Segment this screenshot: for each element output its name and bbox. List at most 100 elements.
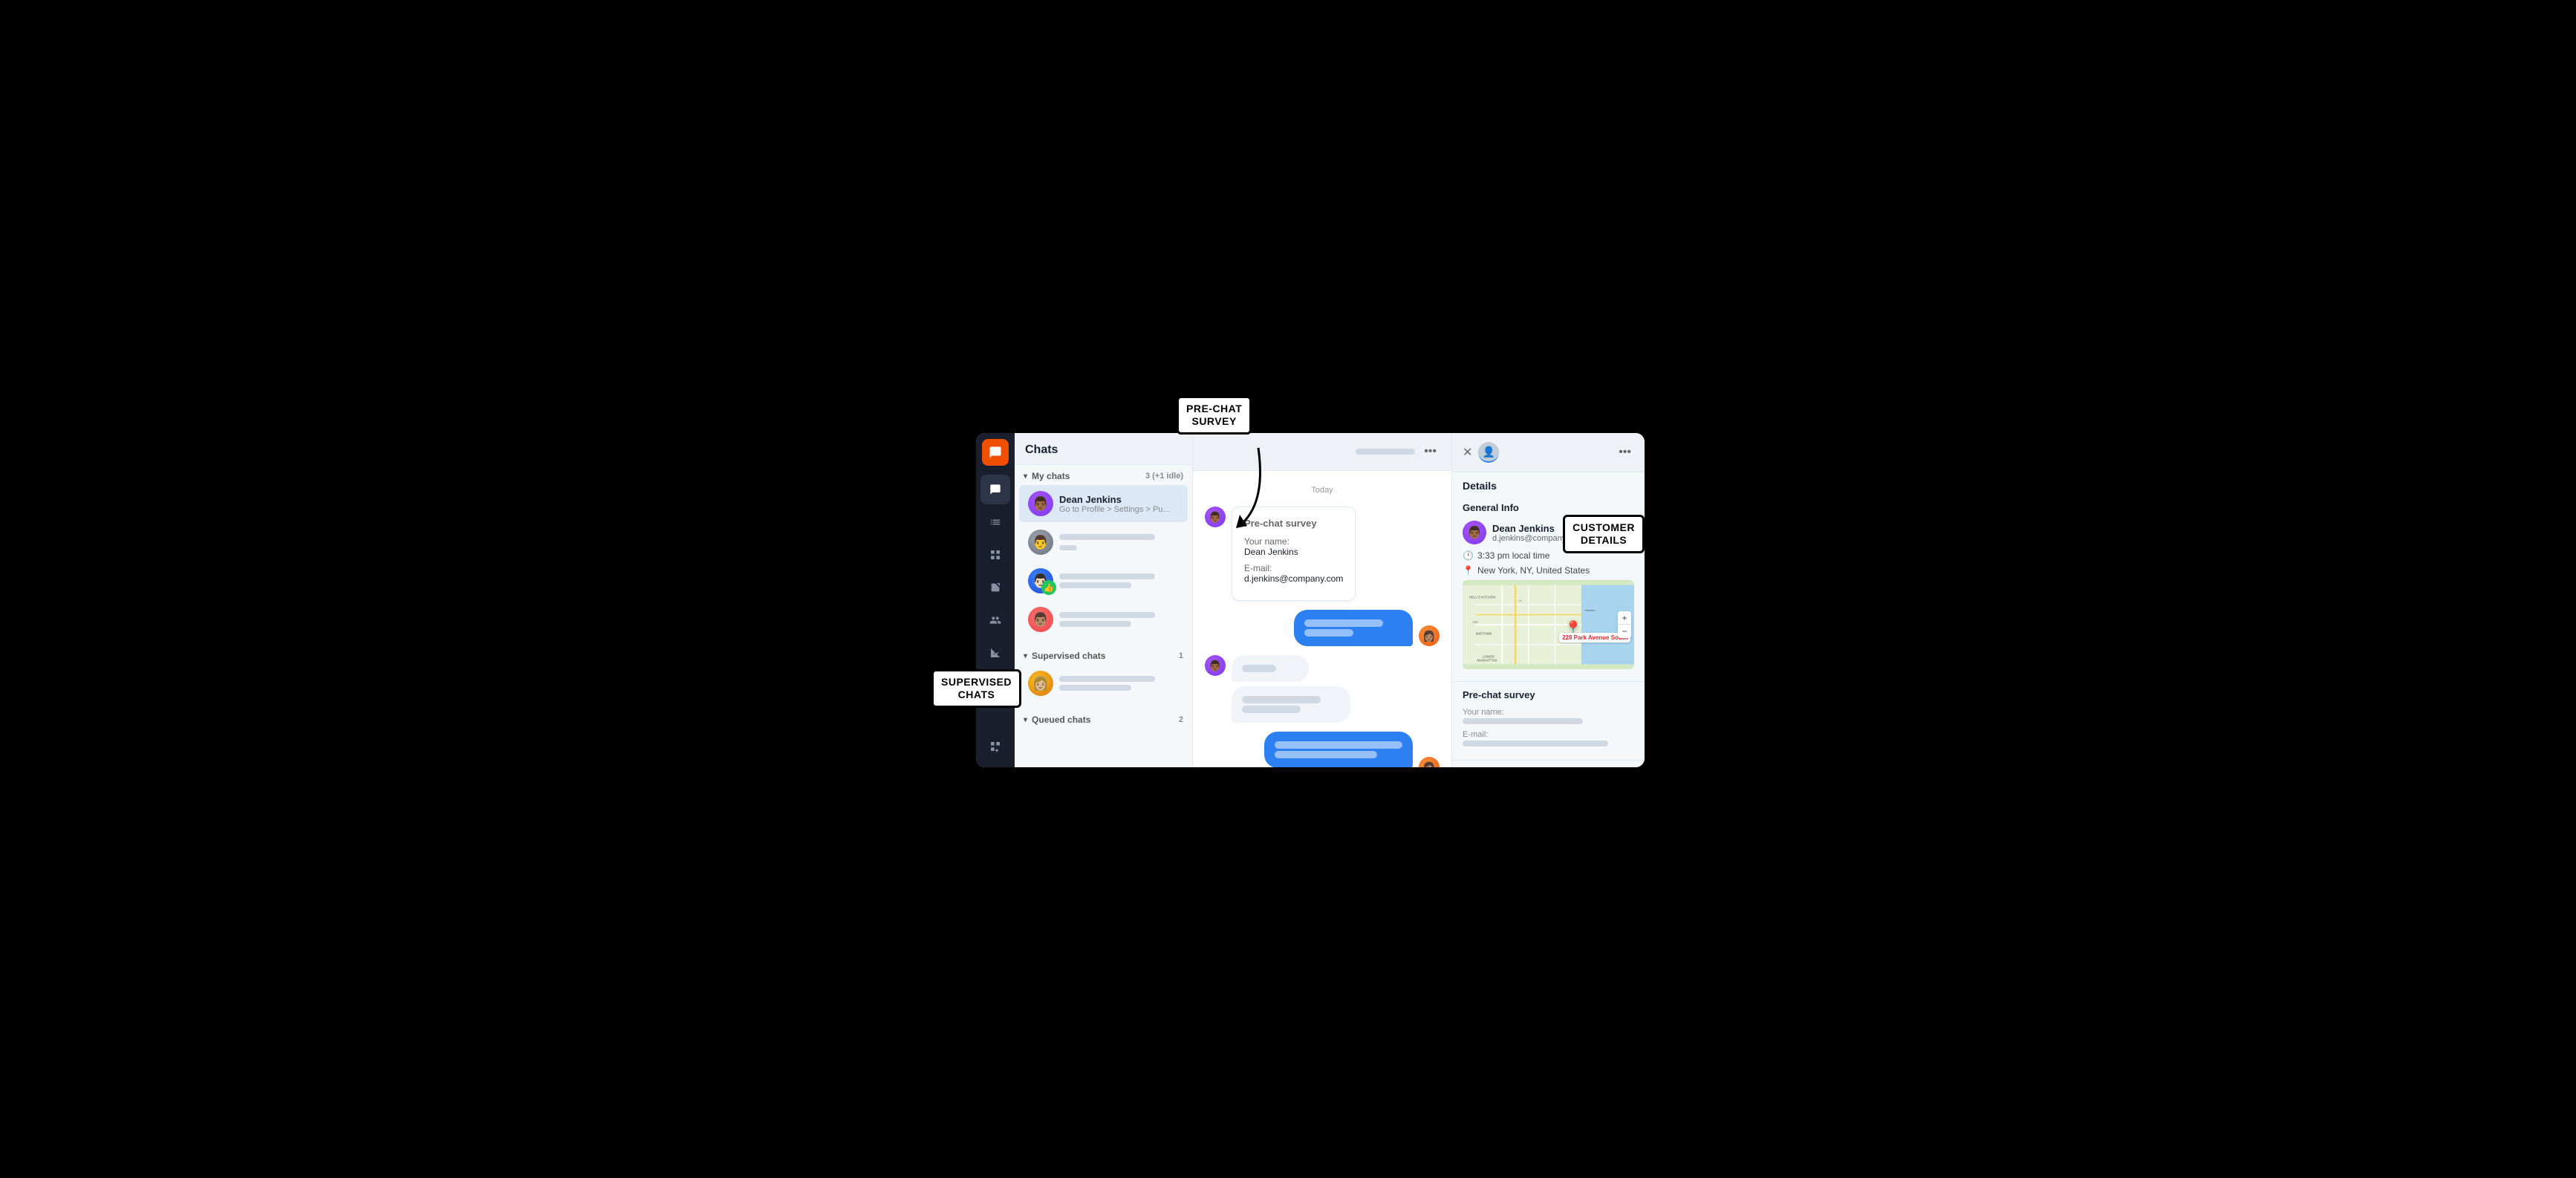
incoming-bubbles bbox=[1232, 655, 1350, 723]
chat-info-3 bbox=[1059, 571, 1179, 590]
placeholder-preview-4 bbox=[1059, 621, 1131, 627]
queued-chats-label: Queued chats bbox=[1032, 715, 1179, 725]
chats-panel: Chats ▾ My chats 3 (+1 idle) 👨🏾 Dean Jen… bbox=[1015, 433, 1193, 767]
incoming-group: 👨🏾 bbox=[1205, 655, 1440, 723]
svg-text:Hoboken: Hoboken bbox=[1584, 609, 1595, 612]
app-window: Chats ▾ My chats 3 (+1 idle) 👨🏾 Dean Jen… bbox=[976, 433, 1645, 767]
map-container: 495 9A HELL'S KITCHEN MIDTOWN Hoboken LO… bbox=[1463, 580, 1634, 669]
details-title: Details bbox=[1452, 472, 1645, 495]
nav-item-add[interactable] bbox=[980, 732, 1010, 761]
location-text: New York, NY, United States bbox=[1477, 565, 1590, 576]
placeholder-preview-3 bbox=[1059, 582, 1131, 588]
prechat-annotation: PRE-CHATSURVEY bbox=[1177, 396, 1252, 435]
location-icon: 📍 bbox=[1463, 565, 1473, 576]
thumb-icon: 👍 bbox=[1041, 580, 1056, 595]
prechat-survey-section: Pre-chat survey Your name: E-mail: bbox=[1452, 682, 1645, 761]
survey-detail-email-label: E-mail: bbox=[1463, 730, 1634, 739]
nav-item-grid[interactable] bbox=[980, 540, 1010, 570]
nav-sidebar bbox=[976, 433, 1015, 767]
svg-text:MANHATTAN: MANHATTAN bbox=[1477, 659, 1497, 663]
my-chats-count: 3 (+1 idle) bbox=[1145, 472, 1183, 481]
avatar-supervised: 👩🏼 bbox=[1028, 671, 1053, 696]
map-zoom-in[interactable]: + bbox=[1618, 611, 1631, 625]
chat-item-supervised[interactable]: 👩🏼 bbox=[1019, 665, 1188, 702]
details-close-button[interactable]: ✕ bbox=[1463, 445, 1472, 460]
chat-info-4 bbox=[1059, 610, 1179, 629]
nav-item-teams[interactable] bbox=[980, 605, 1010, 635]
supervised-chats-count: 1 bbox=[1179, 651, 1183, 660]
prechat-arrow bbox=[1221, 440, 1295, 530]
avatar-2: 👨 bbox=[1028, 530, 1053, 555]
header-placeholder bbox=[1356, 449, 1415, 455]
chats-title: Chats bbox=[1025, 443, 1182, 457]
general-info-title: General Info bbox=[1463, 502, 1634, 513]
avatar-customer-details: 👨🏾 bbox=[1463, 521, 1486, 544]
avatar-dean: 👨🏾 bbox=[1028, 491, 1053, 516]
chat-info-2 bbox=[1059, 532, 1179, 553]
avatar-wrapper-3: 👨🏻 👍 bbox=[1028, 568, 1053, 593]
details-header-left: ✕ 👤 bbox=[1463, 442, 1499, 463]
msg-bubble-out-2 bbox=[1264, 732, 1413, 767]
prechat-survey-title: Pre-chat survey bbox=[1463, 689, 1634, 700]
survey-email-label: E-mail: bbox=[1244, 563, 1343, 573]
avatar-agent-2: 👩🏽 bbox=[1419, 757, 1440, 767]
chat-item-4[interactable]: 👨🏽 bbox=[1019, 601, 1188, 638]
chat-menu-button[interactable]: ••• bbox=[1421, 442, 1440, 461]
survey-detail-email-value bbox=[1463, 741, 1608, 746]
survey-detail-name-label: Your name: bbox=[1463, 708, 1634, 717]
chat-item-dean[interactable]: 👨🏾 Dean Jenkins Go to Profile > Settings… bbox=[1019, 485, 1188, 522]
chat-item-3[interactable]: 👨🏻 👍 bbox=[1019, 562, 1188, 599]
visited-pages-title: Visited pages bbox=[1452, 761, 1645, 767]
person-icon: 👤 bbox=[1478, 442, 1499, 463]
placeholder-name-3 bbox=[1059, 573, 1155, 579]
my-chats-chevron: ▾ bbox=[1024, 472, 1027, 481]
nav-item-list[interactable] bbox=[980, 507, 1010, 537]
nav-item-reports[interactable] bbox=[980, 638, 1010, 668]
svg-text:HELL'S KITCHEN: HELL'S KITCHEN bbox=[1469, 595, 1496, 599]
msg-bubble-in-1 bbox=[1232, 655, 1309, 682]
my-chats-section-header[interactable]: ▾ My chats 3 (+1 idle) bbox=[1015, 465, 1192, 484]
msg-row-out-2: ✓ 👩🏽 bbox=[1205, 732, 1440, 767]
details-menu-button[interactable]: ••• bbox=[1616, 443, 1634, 462]
svg-text:LOWER: LOWER bbox=[1483, 654, 1494, 658]
placeholder-name-supervised bbox=[1059, 676, 1155, 682]
map-zoom-out[interactable]: − bbox=[1618, 625, 1631, 638]
survey-detail-name-value bbox=[1463, 718, 1583, 724]
avatar-agent-1: 👩🏽 bbox=[1419, 625, 1440, 646]
details-header: ✕ 👤 ••• bbox=[1452, 433, 1645, 472]
queued-chats-count: 2 bbox=[1179, 715, 1183, 724]
details-panel: ✕ 👤 ••• Details General Info 👨🏾 Dean Jen… bbox=[1451, 433, 1645, 767]
avatar-4: 👨🏽 bbox=[1028, 607, 1053, 632]
placeholder-preview-2 bbox=[1059, 545, 1077, 550]
supervised-chats-label: Supervised chats bbox=[1032, 651, 1179, 661]
supervised-chats-section-header[interactable]: ▾ Supervised chats 1 bbox=[1015, 645, 1192, 664]
msg-bubble-in-2 bbox=[1232, 686, 1350, 723]
location-row: 📍 New York, NY, United States bbox=[1463, 565, 1634, 576]
out-2-container: ✓ bbox=[1264, 732, 1413, 767]
svg-text:MIDTOWN: MIDTOWN bbox=[1476, 631, 1492, 635]
nav-item-tickets[interactable] bbox=[980, 573, 1010, 602]
placeholder-name-4 bbox=[1059, 612, 1155, 618]
map-svg: 495 9A HELL'S KITCHEN MIDTOWN Hoboken LO… bbox=[1463, 580, 1634, 669]
customer-annotation: CUSTOMERDETAILS bbox=[1563, 515, 1645, 553]
chat-name-dean: Dean Jenkins bbox=[1059, 494, 1179, 505]
msg-row-out-1: 👩🏽 bbox=[1205, 610, 1440, 646]
map-zoom-controls: + − bbox=[1618, 611, 1631, 638]
placeholder-name-2 bbox=[1059, 534, 1155, 540]
nav-logo[interactable] bbox=[982, 439, 1009, 466]
chats-header: Chats bbox=[1015, 433, 1192, 465]
chat-info-dean: Dean Jenkins Go to Profile > Settings > … bbox=[1059, 494, 1179, 514]
supervised-chats-chevron: ▾ bbox=[1024, 652, 1027, 660]
msg-bubble-out-1 bbox=[1294, 610, 1413, 646]
supervised-annotation: SUPERVISEDCHATS bbox=[931, 669, 1021, 708]
my-chats-label: My chats bbox=[1032, 471, 1145, 481]
chat-info-supervised bbox=[1059, 674, 1179, 693]
svg-text:9A: 9A bbox=[1519, 599, 1523, 602]
queued-chats-section-header[interactable]: ▾ Queued chats 2 bbox=[1015, 709, 1192, 728]
time-text: 3:33 pm local time bbox=[1477, 550, 1549, 561]
queued-chats-chevron: ▾ bbox=[1024, 716, 1027, 724]
svg-text:495: 495 bbox=[1472, 620, 1478, 624]
avatar-incoming: 👨🏾 bbox=[1205, 655, 1226, 676]
chat-item-2[interactable]: 👨 bbox=[1019, 524, 1188, 561]
nav-item-chats[interactable] bbox=[980, 475, 1010, 504]
